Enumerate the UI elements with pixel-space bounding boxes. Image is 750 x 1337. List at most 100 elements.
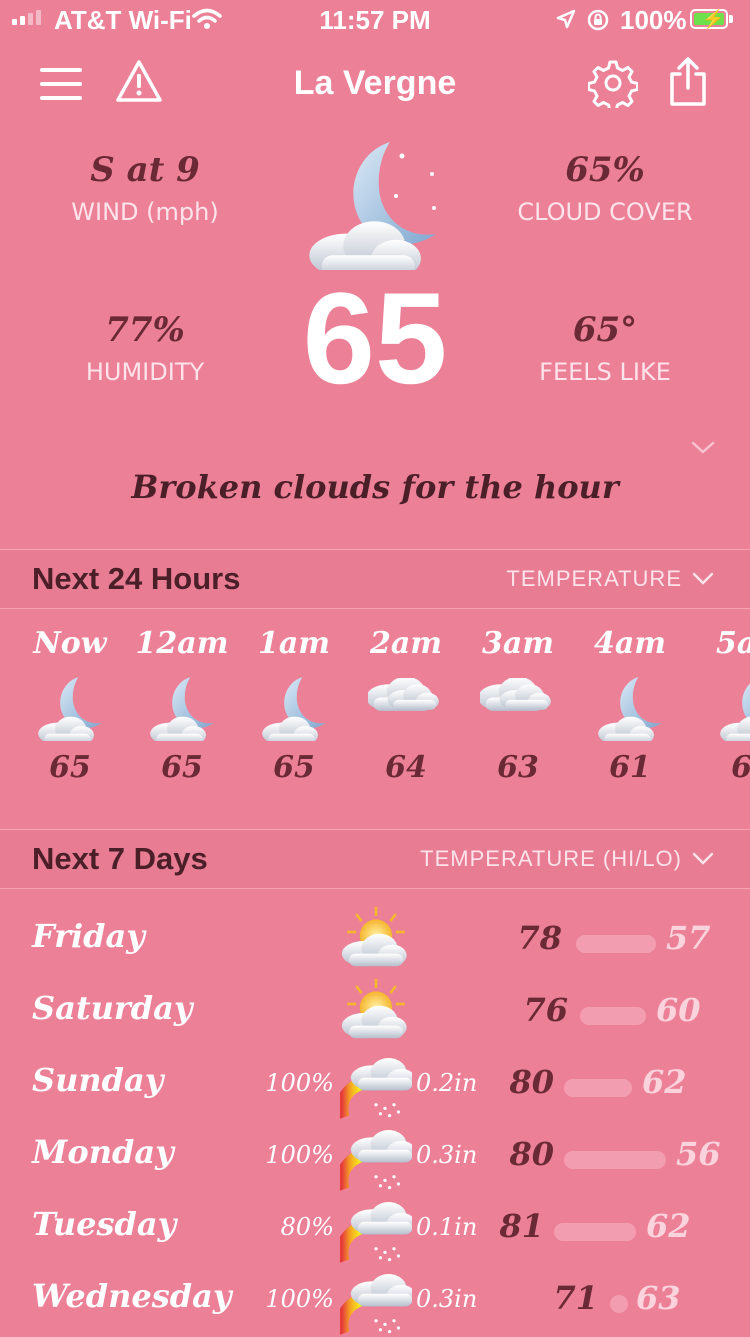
precip-amount: 0.2in	[416, 1069, 478, 1097]
hour-temp: 65	[49, 750, 91, 785]
temp-range-bar	[610, 1295, 628, 1313]
daily-section-header: Next 7 Days TEMPERATURE (HI/LO)	[0, 829, 750, 889]
day-row[interactable]: Friday 78 57	[0, 905, 750, 977]
hour-item: 3am 63	[462, 626, 574, 785]
moon-cloud-icon	[38, 677, 102, 741]
day-name: Tuesday	[32, 1205, 177, 1243]
rainbow-rain-icon	[340, 1130, 412, 1191]
day-low: 56	[676, 1135, 721, 1173]
day-low: 60	[656, 991, 701, 1029]
rainbow-rain-icon	[340, 1058, 412, 1119]
hour-temp: 61	[609, 750, 651, 785]
hour-item: 1am 65	[238, 626, 350, 785]
day-name: Friday	[32, 917, 145, 955]
hour-label: 5am	[715, 626, 750, 661]
hour-item: 2am 64	[350, 626, 462, 785]
daily-section-title: Next 7 Days	[32, 841, 208, 876]
day-low: 62	[642, 1063, 687, 1101]
day-low: 63	[636, 1279, 681, 1317]
day-high: 78	[517, 919, 562, 957]
location-arrow-icon	[556, 9, 576, 29]
temp-range-bar	[580, 1007, 646, 1025]
hour-temp: 64	[385, 750, 427, 785]
battery-nub	[729, 15, 733, 23]
feels-like-value: 65°	[572, 310, 638, 350]
clouds-icon	[480, 678, 551, 711]
moon-cloud-icon	[720, 683, 750, 741]
day-high: 80	[509, 1063, 554, 1101]
current-temperature: 65	[302, 265, 448, 411]
hour-temp: 63	[497, 750, 539, 785]
precip-amount: 0.3in	[416, 1285, 478, 1313]
hour-temp: 60	[731, 750, 750, 785]
day-high: 80	[509, 1135, 554, 1173]
day-low: 57	[666, 919, 711, 957]
day-row[interactable]: Sunday 100% 0.2in 80 62	[0, 1049, 750, 1121]
temp-range-bar	[564, 1151, 666, 1169]
precip-probability: 100%	[265, 1285, 334, 1313]
day-row[interactable]: Monday 100% 0.3in 80 56	[0, 1121, 750, 1193]
hourly-section-header: Next 24 Hours TEMPERATURE	[0, 549, 750, 609]
hourly-metric-label: TEMPERATURE	[506, 566, 682, 591]
moon-cloud-icon	[262, 677, 326, 741]
daily-metric-selector[interactable]: TEMPERATURE (HI/LO)	[420, 846, 714, 872]
precip-probability: 100%	[265, 1141, 334, 1169]
day-row[interactable]: Tuesday 80% 0.1in 81 62	[0, 1193, 750, 1265]
clouds-icon	[368, 678, 439, 711]
hour-label: Now	[33, 626, 107, 661]
chevron-down-icon	[692, 852, 714, 865]
rotation-lock-icon	[587, 9, 609, 31]
hourly-section-title: Next 24 Hours	[32, 561, 241, 596]
day-row[interactable]: Wednesday 100% 0.3in 71 63	[0, 1265, 750, 1337]
moon-cloud-icon	[309, 142, 436, 270]
chevron-down-icon	[692, 572, 714, 585]
hour-item: 4am 61	[574, 626, 686, 785]
sun-cloud-icon	[341, 978, 407, 1039]
cloud-cover-label: CLOUD COVER	[517, 198, 693, 226]
battery-icon: ⚡	[690, 9, 728, 29]
hour-item: 12am 65	[126, 626, 238, 785]
day-low: 62	[646, 1207, 691, 1245]
wind-value: S at 9	[90, 150, 200, 190]
temp-range-bar	[554, 1223, 636, 1241]
day-high: 81	[499, 1207, 544, 1245]
rainbow-rain-icon	[340, 1274, 412, 1335]
cloud-cover-value: 65%	[565, 150, 645, 190]
humidity-value: 77%	[105, 310, 185, 350]
gear-icon[interactable]	[588, 58, 638, 108]
share-icon[interactable]	[666, 56, 710, 108]
humidity-label: HUMIDITY	[85, 358, 205, 386]
daily-metric-label: TEMPERATURE (HI/LO)	[420, 846, 682, 871]
temp-range-bar	[564, 1079, 632, 1097]
hour-temp: 65	[273, 750, 315, 785]
day-name: Saturday	[32, 989, 193, 1027]
rainbow-rain-icon	[340, 1202, 412, 1263]
precip-probability: 100%	[265, 1069, 334, 1097]
day-name: Monday	[32, 1133, 174, 1171]
moon-cloud-icon	[598, 677, 662, 741]
precip-amount: 0.3in	[416, 1141, 478, 1169]
hour-label: 3am	[481, 626, 555, 661]
day-high: 71	[553, 1279, 598, 1317]
chevron-down-icon[interactable]	[690, 440, 716, 456]
precip-amount: 0.1in	[416, 1213, 478, 1241]
battery-percent: 100%	[620, 5, 687, 35]
hour-label: 2am	[369, 626, 443, 661]
feels-like-label: FEELS LIKE	[539, 358, 671, 386]
precip-probability: 80%	[280, 1213, 334, 1241]
hour-label: 12am	[135, 626, 229, 661]
day-name: Sunday	[32, 1061, 164, 1099]
day-row[interactable]: Saturday 76 60	[0, 977, 750, 1049]
status-bar: AT&T Wi-Fi 11:57 PM 100% ⚡	[0, 0, 750, 40]
hourly-metric-selector[interactable]: TEMPERATURE	[506, 566, 714, 592]
hour-summary: Broken clouds for the hour	[131, 468, 619, 506]
temp-range-bar	[576, 935, 656, 953]
hour-item: Now 65	[14, 626, 126, 785]
hour-item: 5am 60	[686, 626, 750, 785]
hour-label: 4am	[593, 626, 667, 661]
sun-cloud-icon	[341, 906, 407, 967]
hour-temp: 65	[161, 750, 203, 785]
day-high: 76	[523, 991, 568, 1029]
hour-label: 1am	[257, 626, 331, 661]
day-name: Wednesday	[32, 1277, 232, 1315]
